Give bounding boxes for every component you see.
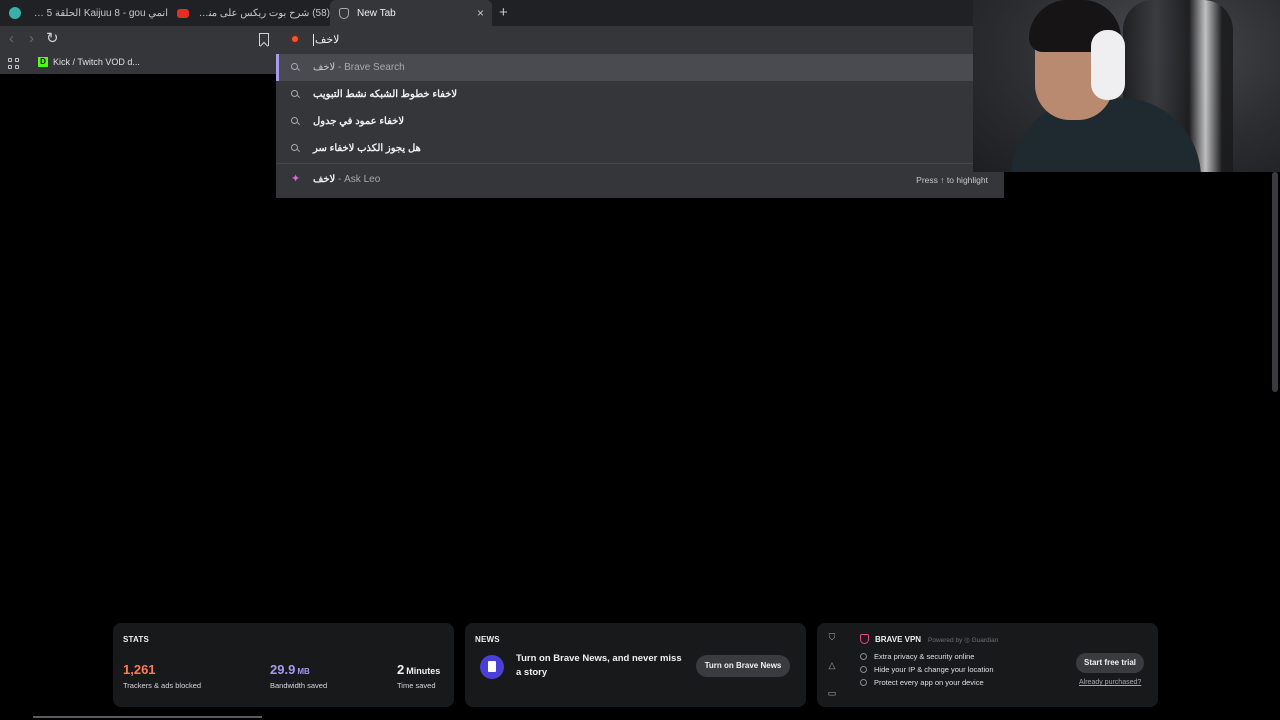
headset	[1091, 30, 1125, 100]
page-scrollbar[interactable]	[1272, 172, 1278, 392]
suggestion-brave-search[interactable]: لاخف - Brave Search	[276, 54, 1004, 81]
kick-icon: D	[38, 57, 48, 67]
close-icon[interactable]: ×	[477, 6, 484, 20]
news-description: Turn on Brave News, and never miss a sto…	[516, 653, 682, 678]
suggestion-text: لاخف - Ask Leo	[313, 174, 380, 185]
suggestion-query: لاخفاء خطوط الشبكه نشط التبويب	[313, 89, 458, 100]
tab-new-tab[interactable]: New Tab ×	[330, 0, 492, 26]
suggestion-query: لاخف	[313, 174, 336, 185]
suggestion-query: لاخف	[313, 62, 336, 73]
bandwidth-stat: 29.9 MB Bandwidth saved	[270, 661, 327, 690]
search-icon	[291, 90, 298, 97]
leo-icon: ✦	[291, 173, 301, 185]
youtube-icon	[177, 8, 189, 18]
vpn-feature: Extra privacy & security online	[860, 652, 974, 661]
feature-label: Protect every app on your device	[874, 678, 984, 687]
time-stat: 2 Minutes Time saved	[397, 661, 440, 690]
stats-title: STATS	[123, 635, 150, 644]
camera-icon[interactable]: ▭	[827, 688, 837, 698]
search-icon	[291, 63, 298, 70]
vpn-widget: ⛉ △ ▭ BRAVE VPN Powered by ◎ Guardian Ex…	[817, 623, 1158, 707]
check-icon	[860, 666, 867, 673]
bandwidth-unit: MB	[297, 667, 310, 676]
tab-strip: انمي Kaijuu 8 - gou الحلقة 5 مترجمة ( (5…	[0, 0, 974, 26]
start-free-trial-button[interactable]: Start free trial	[1076, 653, 1144, 673]
turn-on-news-button[interactable]: Turn on Brave News	[696, 655, 790, 677]
suggestion-provider: - Ask Leo	[335, 174, 381, 185]
website-icon	[9, 7, 21, 19]
brave-shields-icon[interactable]	[290, 34, 300, 44]
news-icon	[480, 655, 504, 679]
time-unit: Minutes	[406, 666, 441, 676]
suggestion-provider: - Brave Search	[335, 62, 405, 73]
bookmark-icon[interactable]	[259, 33, 269, 46]
divider	[33, 716, 262, 718]
time-value: 2	[397, 662, 405, 677]
text-caret	[313, 34, 314, 47]
suggestion-item[interactable]: لاخفاء خطوط الشبكه نشط التبويب	[276, 81, 1004, 108]
divider	[276, 163, 1004, 164]
vpn-title: BRAVE VPN	[875, 635, 922, 644]
stats-widget: STATS 1,261 Trackers & ads blocked 29.9 M…	[113, 623, 454, 707]
toolbar: ‹ › ↻ لاخف	[0, 26, 974, 52]
suggestion-item[interactable]: لاخفاء عمود في جدول	[276, 108, 1004, 135]
address-bar-input[interactable]: لاخف	[313, 33, 340, 47]
warning-icon[interactable]: △	[827, 660, 837, 670]
webcam-overlay	[973, 0, 1280, 172]
brave-vpn-logo-icon	[860, 634, 869, 644]
forward-icon[interactable]: ›	[29, 31, 34, 47]
tab-anime[interactable]: انمي Kaijuu 8 - gou الحلقة 5 مترجمة (	[0, 0, 168, 26]
tab-title: انمي Kaijuu 8 - gou الحلقة 5 مترجمة (	[29, 7, 168, 19]
tab-title: (58) شرح بوت ريكس على منصة الكيك	[197, 7, 330, 19]
bandwidth-label: Bandwidth saved	[270, 681, 328, 690]
suggestion-query: لاخفاء عمود في جدول	[313, 116, 405, 127]
vpn-feature: Hide your IP & change your location	[860, 665, 994, 674]
apps-grid-icon[interactable]	[8, 58, 19, 69]
suggestion-ask-leo[interactable]: ✦ لاخف - Ask Leo Press ↑ to highlight	[276, 166, 1004, 193]
news-widget: NEWS Turn on Brave News, and never miss …	[465, 623, 806, 707]
suggestion-query: هل يجوز الكذب لاخفاء سر	[313, 143, 421, 154]
keyboard-hint: Press ↑ to highlight	[916, 174, 988, 185]
tab-youtube[interactable]: (58) شرح بوت ريكس على منصة الكيك	[168, 0, 330, 26]
trackers-stat: 1,261 Trackers & ads blocked	[123, 661, 201, 690]
already-purchased-link[interactable]: Already purchased?	[1079, 679, 1141, 686]
check-icon	[860, 653, 867, 660]
reload-icon[interactable]: ↻	[46, 31, 59, 47]
suggestion-item[interactable]: هل يجوز الكذب لاخفاء سر	[276, 135, 1004, 162]
feature-label: Hide your IP & change your location	[874, 665, 994, 674]
omnibox-suggestions: لاخف - Brave Search لاخفاء خطوط الشبكه ن…	[276, 52, 1004, 198]
tab-title: New Tab	[357, 7, 396, 19]
back-icon[interactable]: ‹	[9, 31, 14, 47]
bookmarks-bar: D Kick / Twitch VOD d...	[0, 52, 276, 74]
vpn-feature: Protect every app on your device	[860, 678, 984, 687]
search-icon	[291, 144, 298, 151]
bandwidth-value: 29.9	[270, 662, 296, 677]
feature-label: Extra privacy & security online	[874, 652, 975, 661]
brave-icon	[339, 7, 349, 19]
trackers-label: Trackers & ads blocked	[123, 681, 202, 690]
time-label: Time saved	[397, 681, 436, 690]
bookmark-label: Kick / Twitch VOD d...	[53, 57, 140, 67]
new-tab-button[interactable]: +	[499, 4, 508, 21]
check-icon	[860, 679, 867, 686]
suggestion-text: لاخف - Brave Search	[313, 62, 405, 73]
trackers-value: 1,261	[123, 662, 156, 677]
bookmark-item[interactable]: D Kick / Twitch VOD d...	[38, 57, 140, 67]
vpn-powered-by: Powered by ◎ Guardian	[928, 637, 999, 644]
shield-icon[interactable]: ⛉	[827, 632, 837, 642]
address-bar-value: لاخف	[315, 34, 340, 46]
search-icon	[291, 117, 298, 124]
news-title: NEWS	[475, 635, 500, 644]
